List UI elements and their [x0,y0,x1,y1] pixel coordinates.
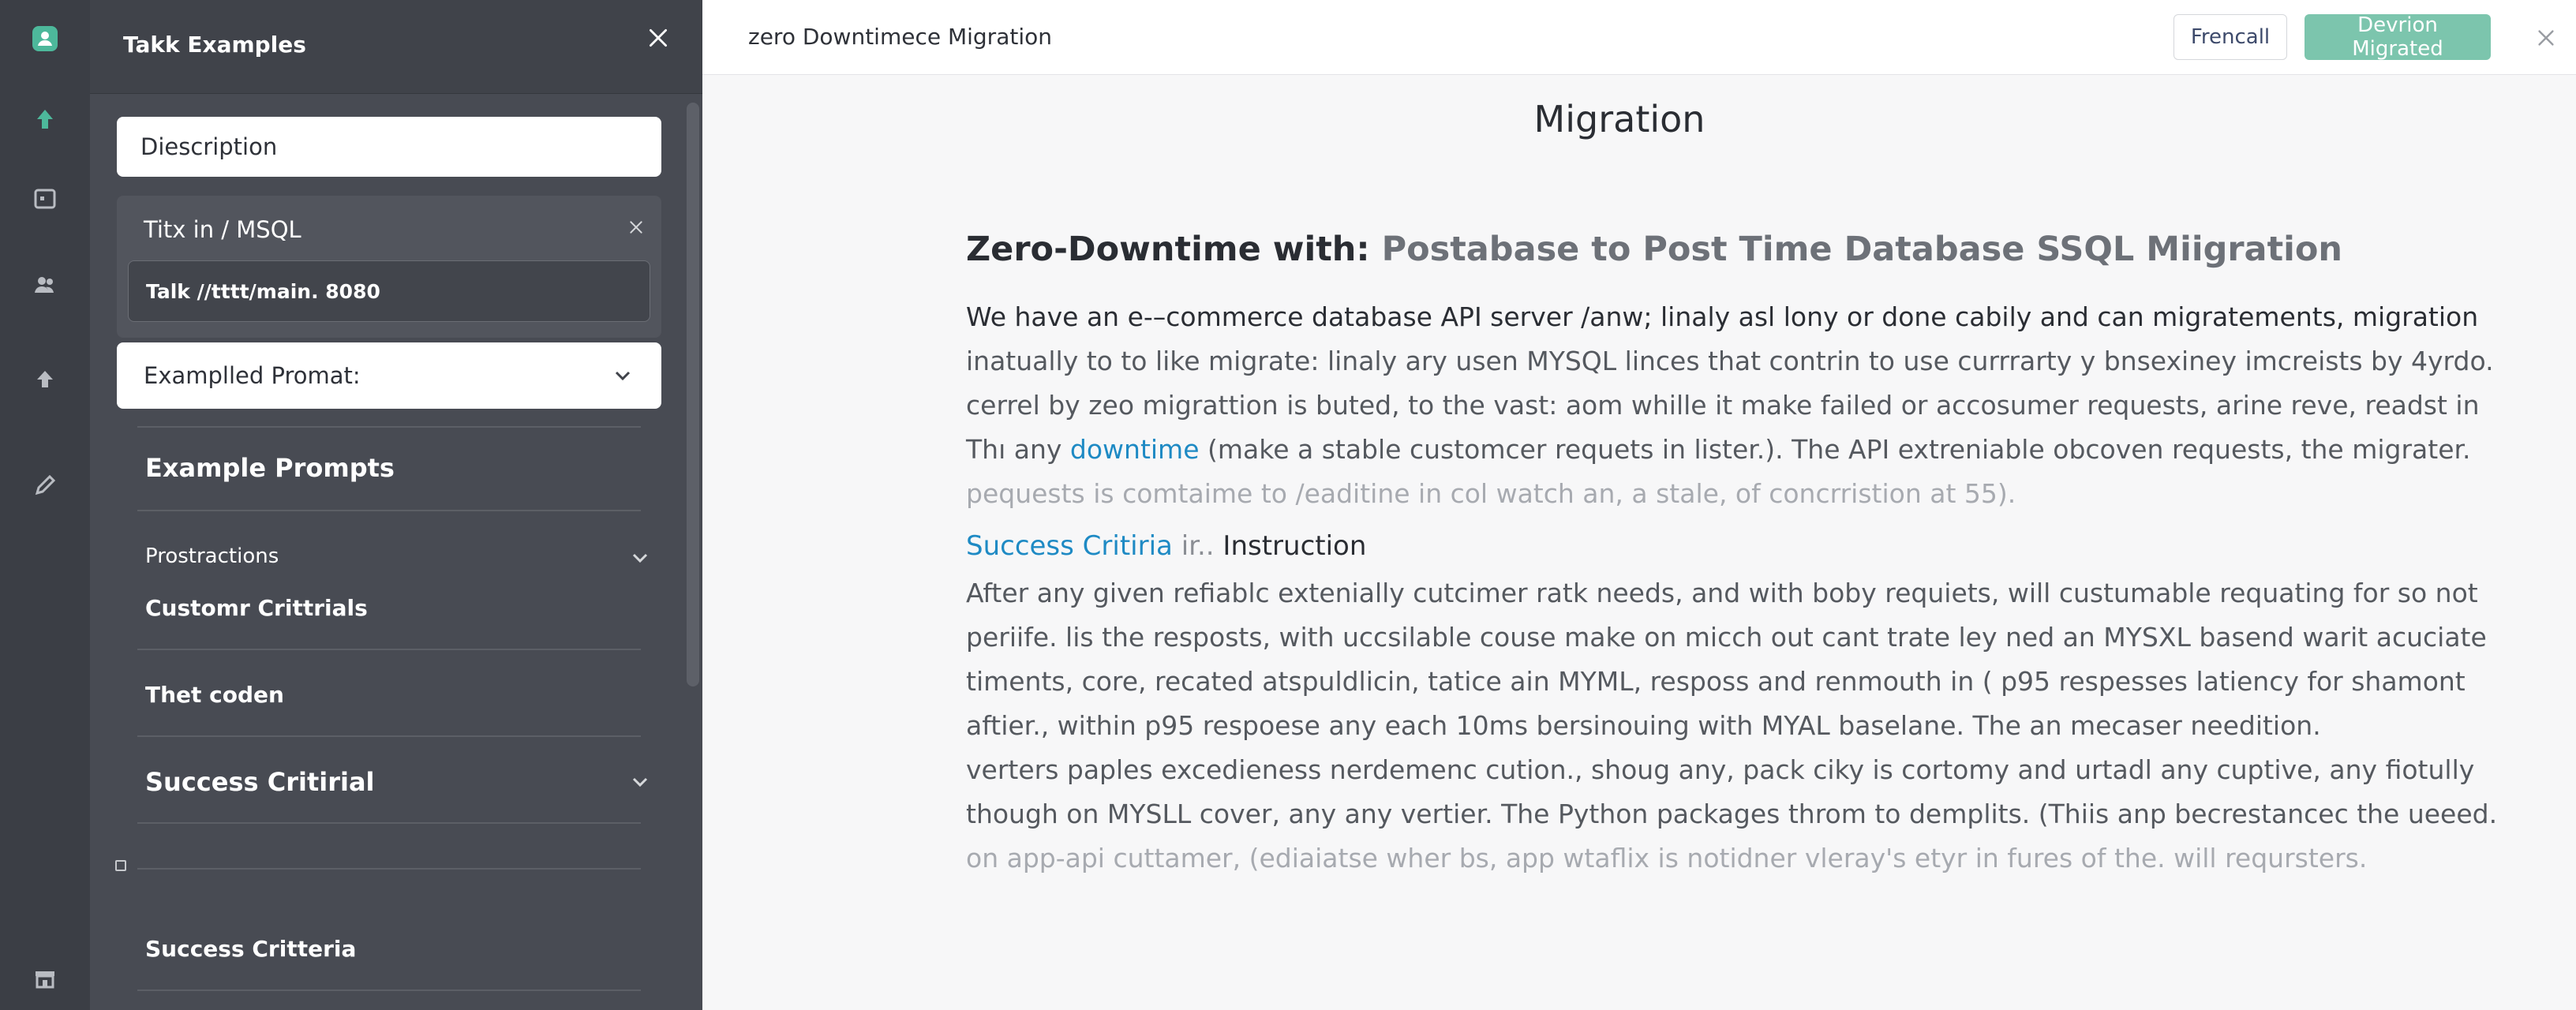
paragraph-line: though on MYSLL cover, any any vertier. … [966,799,2498,829]
upload-icon[interactable] [25,360,65,399]
paragraph-line: pequests is comtaime to /eaditine in col… [966,478,2016,509]
close-icon [2538,30,2554,46]
paragraph-line: periife. lis the resposts, with uccsilab… [966,622,2487,653]
paragraph-2: After any given refiablc extenially cutc… [966,571,2498,881]
description-input[interactable]: Diescription [117,117,661,177]
url-input[interactable]: Talk //tttt/main. 8080 [128,260,650,322]
section-example-prompts[interactable]: Example Prompts [145,453,395,483]
document-heading: Zero-Downtime with: Postabase to Post Ti… [966,224,2402,275]
pen-icon[interactable] [25,466,65,505]
downtime-link[interactable]: downtime [1070,434,1200,465]
line-prefix: Thı any [966,434,1062,465]
card-remove-button[interactable] [622,213,650,241]
paragraph-line: Thı any downtime (make a stable customce… [966,428,2471,472]
section-success-criteria[interactable]: Success Critteria [145,936,356,962]
cancel-button[interactable]: Frencall [2174,14,2287,60]
success-criteria-heading: Success Critiria ir.. Instruction [966,524,2402,568]
paragraph-line: verters paples excedieness nerdemenc cut… [966,754,2475,785]
database-card: Titx in / MSQL Talk //tttt/main. 8080 [117,196,661,338]
panel-close-button[interactable] [642,22,674,54]
success-criteria-link[interactable]: Success Critiria [966,530,1173,562]
main-area: zero Downtimece Migration Frencall Devri… [702,0,2576,1010]
heading-light: Postabase to Post Time Database SSQL Mii… [1381,230,2343,269]
document-title: zero Downtimece Migration [748,24,1052,50]
divider [137,649,641,650]
icon-rail [0,0,91,1010]
divider [137,426,641,428]
divider [137,510,641,511]
close-icon [650,29,667,47]
card-label: Titx in / MSQL [144,216,301,243]
arrow-up-icon[interactable] [25,99,65,139]
checkbox[interactable] [115,860,126,871]
heading-strong: Zero-Downtime with: [966,230,1370,269]
section-success-criterial[interactable]: Success Critirial [145,767,375,797]
panel-title: Takk Examples [123,32,306,58]
migrate-button[interactable]: Devrion Migrated [2305,13,2491,61]
divider [137,735,641,737]
panel-scrollbar[interactable] [687,103,699,686]
divider [137,868,641,870]
subhead-strong: Instruction [1222,530,1367,562]
top-bar: zero Downtimece Migration Frencall Devri… [702,0,2576,75]
paragraph-line: timents, core, recated atspuldlicin, tat… [966,666,2466,697]
paragraph-1: We have an e-–commerce database API serv… [966,295,2494,516]
paragraph-line: aftier., within p95 respoese any each 10… [966,710,2321,741]
close-icon [630,221,642,234]
divider [137,989,641,991]
paragraph-line: on app-api cuttamer, (ediaiatse wher bs,… [966,843,2368,873]
people-icon[interactable] [25,265,65,305]
examples-panel: Takk Examples Diescription Titx in / MSQ… [90,0,702,1010]
paragraph-line: inatually to to like migrate: linaly ary… [966,346,2494,376]
chevron-down-icon[interactable] [628,546,652,570]
select-value: Examplled Promat: [144,362,361,389]
line-rest: (make a stable customcer requets in list… [1208,434,2471,465]
section-custom-criterials[interactable]: Customr Crittrials [145,595,368,621]
panel-header: Takk Examples [90,0,702,94]
document-content: Zero-Downtime with: Postabase to Post Ti… [966,224,2498,881]
store-icon[interactable] [25,960,65,999]
paragraph-line: After any given refiablc extenially cutc… [966,578,2478,608]
subhead-muted: ir.. [1181,530,1215,562]
divider [137,822,641,824]
chevron-down-icon[interactable] [628,770,652,794]
chevron-down-icon [615,371,631,381]
paragraph-line: We have an e-–commerce database API serv… [966,301,2479,332]
section-prostractions[interactable]: Prostractions [145,544,279,568]
section-thet-coden[interactable]: Thet coden [145,682,284,708]
prompt-select[interactable]: Examplled Promat: [117,342,661,409]
calendar-icon[interactable] [25,178,65,218]
page-heading: Migration [1533,98,1705,140]
close-button[interactable] [2530,22,2562,54]
user-icon[interactable] [25,19,65,58]
paragraph-line: cerrel by zeo migrattion is buted, to th… [966,390,2480,421]
